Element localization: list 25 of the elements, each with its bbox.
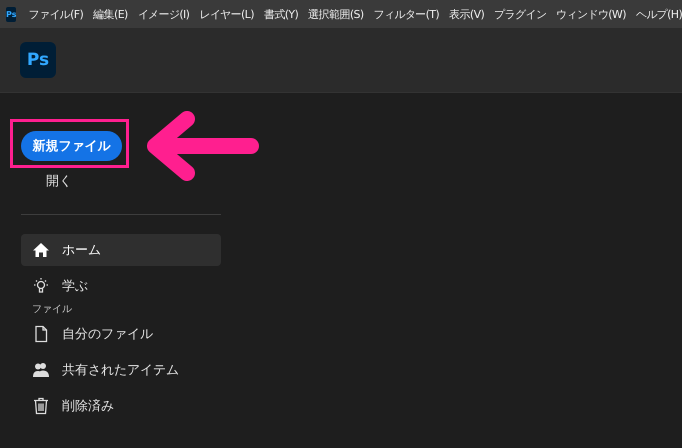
menu-item[interactable]: 書式(Y) — [264, 6, 298, 22]
nav-item[interactable]: ホーム — [21, 234, 221, 266]
app-logo[interactable]: Ps — [6, 6, 16, 22]
menu-item[interactable]: 表示(V) — [449, 6, 484, 22]
nav-item[interactable]: 共有されたアイテム — [21, 354, 221, 386]
menu-item[interactable]: 選択範囲(S) — [308, 6, 364, 22]
menu-item[interactable]: ファイル(F) — [28, 6, 84, 22]
menu-item[interactable]: プラグイン — [494, 6, 546, 22]
nav-item[interactable]: 自分のファイル — [21, 318, 221, 350]
app-logo[interactable]: Ps — [20, 42, 56, 78]
nav-item[interactable]: 削除済み — [21, 390, 221, 422]
section-label: ファイル — [31, 303, 72, 317]
menu-item[interactable]: ヘルプ(H) — [636, 6, 682, 22]
trash-icon — [32, 397, 50, 415]
menu-item[interactable]: 編集(E) — [93, 6, 128, 22]
menu-item[interactable]: ウィンドウ(W) — [556, 6, 626, 22]
open-link[interactable]: 開く — [46, 170, 72, 194]
nav-item[interactable]: 学ぶ — [21, 270, 221, 302]
home-icon — [32, 242, 50, 258]
menu-item[interactable]: レイヤー(L) — [199, 6, 254, 22]
people-icon — [32, 361, 50, 379]
new-file-button[interactable]: 新規ファイル — [21, 131, 122, 161]
menu-item[interactable]: イメージ(I) — [138, 6, 190, 22]
lightbulb-icon — [32, 277, 50, 295]
menu-item[interactable]: フィルター(T) — [374, 6, 440, 22]
